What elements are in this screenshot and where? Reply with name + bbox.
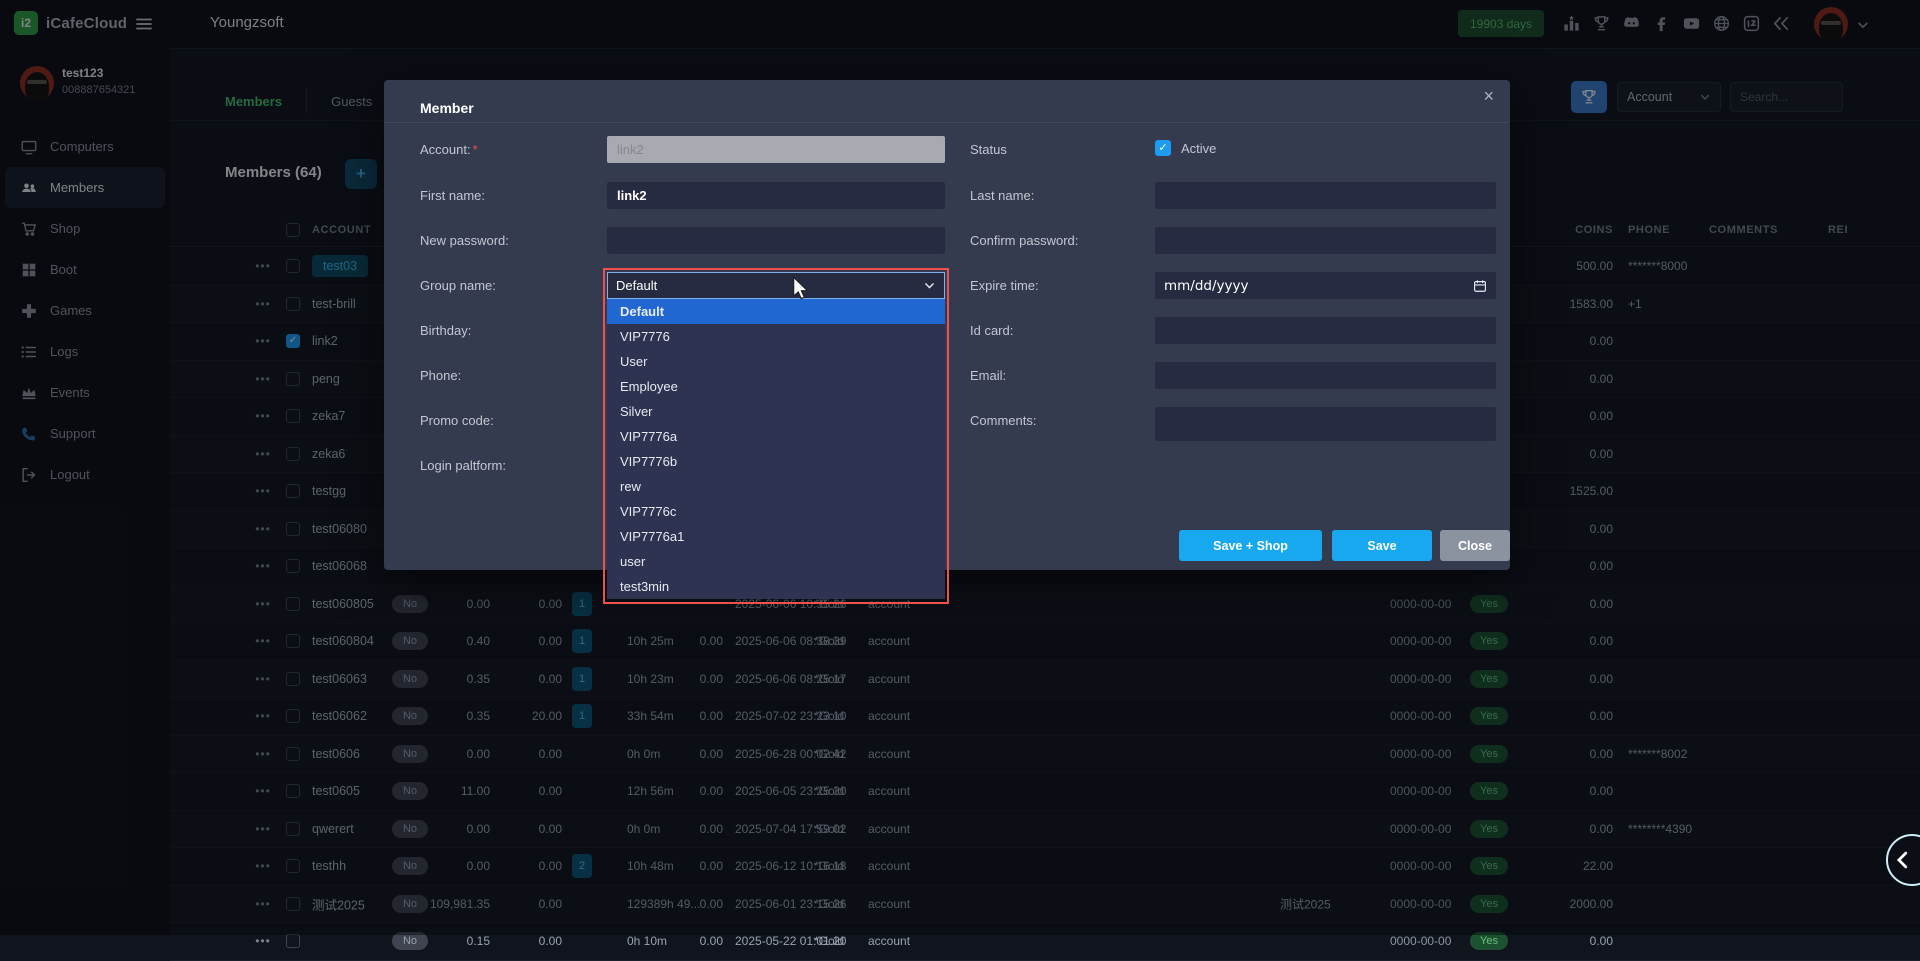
last-name-label: Last name: <box>970 188 1034 203</box>
cell-expire: 0000-00-00 <box>1390 934 1451 948</box>
id-card-field[interactable] <box>1155 317 1496 344</box>
active-checkbox[interactable]: ✓ <box>1155 140 1171 156</box>
expire-time-label: Expire time: <box>970 278 1039 293</box>
modal-header-divider <box>384 122 1510 123</box>
comments-field[interactable] <box>1155 407 1496 441</box>
chevron-down-icon <box>923 279 936 292</box>
comments-label: Comments: <box>970 413 1036 428</box>
group-option-user[interactable]: user <box>607 549 945 574</box>
row-menu-icon[interactable]: ••• <box>252 934 274 948</box>
status-label: Status <box>970 142 1007 157</box>
group-option-VIP7776b[interactable]: VIP7776b <box>607 449 945 474</box>
group-option-Employee[interactable]: Employee <box>607 374 945 399</box>
new-password-label: New password: <box>420 233 509 248</box>
new-password-field[interactable] <box>607 227 945 254</box>
status-checkbox-group: ✓ Active <box>1155 140 1216 156</box>
birthday-label: Birthday: <box>420 323 471 338</box>
first-name-label: First name: <box>420 188 485 203</box>
group-option-rew[interactable]: rew <box>607 474 945 499</box>
date-placeholder: mm/dd/yyyy <box>1164 278 1249 294</box>
confirm-password-field[interactable] <box>1155 227 1496 254</box>
group-option-VIP7776a1[interactable]: VIP7776a1 <box>607 524 945 549</box>
group-option-VIP7776a[interactable]: VIP7776a <box>607 424 945 449</box>
promo-code-label: Promo code: <box>420 413 494 428</box>
email-label: Email: <box>970 368 1006 383</box>
cell-platform: account <box>868 934 910 948</box>
group-name-value: Default <box>616 278 657 293</box>
group-option-VIP7776c[interactable]: VIP7776c <box>607 499 945 524</box>
group-name-listbox: DefaultVIP7776UserEmployeeSilverVIP7776a… <box>607 299 945 599</box>
chevron-left-icon <box>1892 849 1920 871</box>
group-name-label: Group name: <box>420 278 496 293</box>
account-field <box>607 136 945 163</box>
group-option-User[interactable]: User <box>607 349 945 374</box>
group-option-Silver[interactable]: Silver <box>607 399 945 424</box>
active-checkbox-label: Active <box>1181 141 1216 156</box>
member-modal: Member × Account:* First name: New passw… <box>384 80 1510 570</box>
first-name-field[interactable] <box>607 182 945 209</box>
id-card-label: Id card: <box>970 323 1013 338</box>
group-option-Default[interactable]: Default <box>607 299 945 324</box>
calendar-icon[interactable] <box>1473 279 1487 293</box>
close-icon[interactable]: × <box>1483 86 1494 107</box>
save-button[interactable]: Save <box>1332 530 1432 561</box>
required-asterisk: * <box>473 142 478 157</box>
cell-v3: 0.00 <box>653 934 723 948</box>
phone-label: Phone: <box>420 368 461 383</box>
cell-coins: 0.00 <box>1533 934 1613 948</box>
group-name-select[interactable]: Default <box>607 272 945 299</box>
save-shop-button[interactable]: Save + Shop <box>1179 530 1322 561</box>
account-label: Account:* <box>420 142 478 157</box>
confirm-password-label: Confirm password: <box>970 233 1078 248</box>
cell-v1: 0.15 <box>420 934 490 948</box>
expire-date-input[interactable]: mm/dd/yyyy <box>1155 272 1496 299</box>
close-button[interactable]: Close <box>1440 530 1510 561</box>
email-field[interactable] <box>1155 362 1496 389</box>
group-option-VIP7776[interactable]: VIP7776 <box>607 324 945 349</box>
last-name-field[interactable] <box>1155 182 1496 209</box>
login-platform-label: Login paltform: <box>420 458 506 473</box>
group-option-test3min[interactable]: test3min <box>607 574 945 599</box>
cell-group: *Gold <box>814 934 844 948</box>
modal-title: Member <box>420 100 474 116</box>
row-checkbox[interactable] <box>286 934 300 948</box>
cell-v2: 0.00 <box>492 934 562 948</box>
